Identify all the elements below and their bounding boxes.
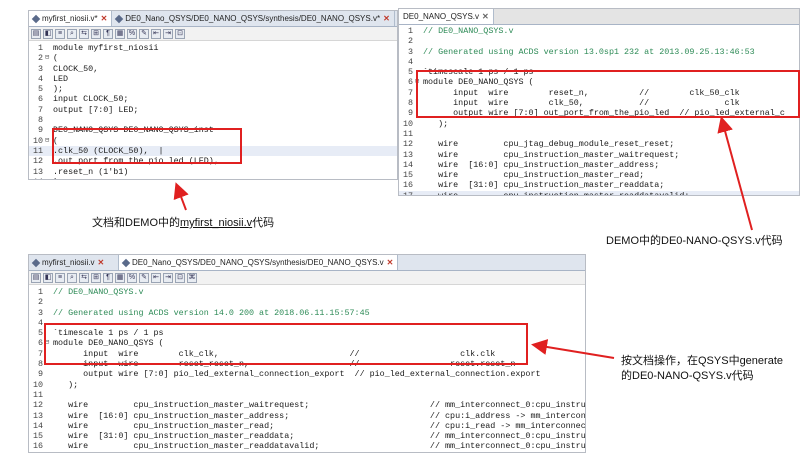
caption-prefix: 文档和DEMO中的 (92, 217, 180, 229)
arrow-to-myfirst (173, 182, 189, 211)
caption-myfirst: 文档和DEMO中的myfirst_niosii.v代码 (92, 214, 274, 230)
caption-demo: DEMO中的DE0-NANO-QSYS.v代码 (606, 235, 783, 247)
caption-generated-line1: 按文档操作，在QSYS中generate (621, 355, 783, 367)
caption-suffix: 代码 (252, 217, 275, 229)
arrow-to-generated (531, 339, 615, 359)
caption-link: myfirst_niosii.v (180, 217, 253, 229)
arrow-to-demo (717, 116, 753, 231)
caption-generated-line2: 的DE0-NANO-QSYS.v代码 (621, 370, 754, 382)
